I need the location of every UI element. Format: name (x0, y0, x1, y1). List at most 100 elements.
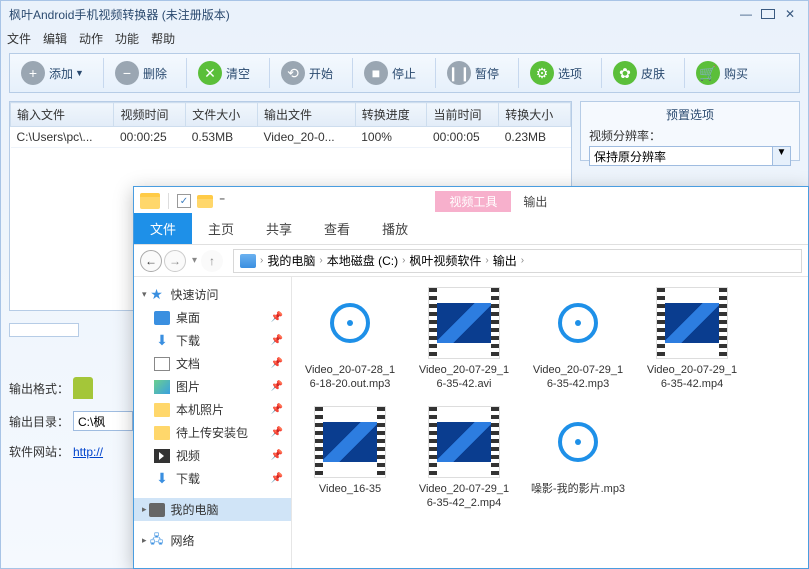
audio-icon (542, 406, 614, 478)
history-dropdown-icon[interactable]: ▾ (192, 255, 197, 266)
pin-icon: 📌 (271, 381, 283, 392)
doc-icon (154, 357, 170, 371)
file-item[interactable]: Video_20-07-29_16-35-42.mp3 (530, 287, 626, 392)
clear-button[interactable]: ✕清空 (191, 58, 257, 88)
audio-icon (542, 287, 614, 359)
explorer-window: ✓ ⁼ 视频工具 输出 文件主页共享查看播放 ← → ▾ ↑ › 我的电脑›本地… (133, 186, 809, 569)
site-link[interactable]: http:// (73, 445, 103, 459)
output-dir-input[interactable] (73, 411, 133, 431)
file-item[interactable]: 噪影-我的影片.mp3 (530, 406, 626, 511)
output-dir-label: 输出目录： (9, 413, 73, 430)
menu-file[interactable]: 文件 (7, 30, 31, 47)
column-header[interactable]: 转换进度 (355, 103, 427, 127)
sidebar-item[interactable]: 桌面📌 (134, 306, 291, 329)
breadcrumb-seg[interactable]: 我的电脑 (267, 252, 315, 269)
file-name: Video_20-07-29_16-35-42_2.mp4 (416, 482, 512, 511)
column-header[interactable]: 转换大小 (499, 103, 571, 127)
app-title: 枫叶Android手机视频转换器 (未注册版本) (9, 6, 734, 23)
qat-check-icon[interactable]: ✓ (177, 194, 191, 208)
breadcrumb[interactable]: › 我的电脑›本地磁盘 (C:)›枫叶视频软件›输出› (233, 249, 802, 273)
file-pane: Video_20-07-28_16-18-20.out.mp3 Video_20-… (292, 277, 808, 568)
column-header[interactable]: 视频时间 (114, 103, 186, 127)
buy-button[interactable]: 🛒购买 (689, 58, 755, 88)
ribbon-tab-2[interactable]: 共享 (250, 213, 308, 244)
folder-small-icon[interactable] (197, 195, 213, 208)
file-name: Video_20-07-29_16-35-42.mp4 (644, 363, 740, 392)
breadcrumb-seg[interactable]: 本地磁盘 (C:) (327, 252, 398, 269)
breadcrumb-seg[interactable]: 输出 (493, 252, 517, 269)
add-button-icon: + (21, 61, 45, 85)
ribbon-tab-1[interactable]: 主页 (192, 213, 250, 244)
ribbon-tab-4[interactable]: 播放 (366, 213, 424, 244)
folder-icon (154, 403, 170, 417)
file-item[interactable]: Video_20-07-28_16-18-20.out.mp3 (302, 287, 398, 392)
delete-button-icon: − (115, 61, 139, 85)
minimize-button[interactable]: — (736, 6, 756, 22)
pin-icon: 📌 (271, 427, 283, 438)
breadcrumb-seg[interactable]: 枫叶视频软件 (409, 252, 481, 269)
column-header[interactable]: 输入文件 (11, 103, 114, 127)
sidebar-item[interactable]: 图片📌 (134, 375, 291, 398)
file-item[interactable]: Video_20-07-29_16-35-42.avi (416, 287, 512, 392)
stop-button[interactable]: ■停止 (357, 58, 423, 88)
pause-button-icon: ❙❙ (447, 61, 471, 85)
file-name: Video_20-07-29_16-35-42.avi (416, 363, 512, 392)
resolution-dropdown-icon[interactable]: ▼ (773, 146, 791, 166)
video-icon (154, 449, 170, 463)
pause-button[interactable]: ❙❙暂停 (440, 58, 506, 88)
menu-edit[interactable]: 编辑 (43, 30, 67, 47)
sidebar-item[interactable]: ⬇下载📌 (134, 329, 291, 352)
video-thumb-icon (656, 287, 728, 359)
start-button[interactable]: ⟲开始 (274, 58, 340, 88)
sidebar-network[interactable]: ▸🖧网络 (134, 529, 291, 552)
download-icon: ⬇ (154, 472, 170, 486)
pin-icon: 📌 (271, 450, 283, 461)
pc-icon (149, 503, 165, 517)
maximize-button[interactable] (758, 6, 778, 22)
file-name: Video_20-07-29_16-35-42.mp3 (530, 363, 626, 392)
sidebar-item[interactable]: 文档📌 (134, 352, 291, 375)
back-button[interactable]: ← (140, 250, 162, 272)
options-button[interactable]: ⚙选项 (523, 58, 589, 88)
up-button[interactable]: ↑ (201, 250, 223, 272)
forward-button[interactable]: → (164, 250, 186, 272)
column-header[interactable]: 文件大小 (186, 103, 258, 127)
ribbon-tab-3[interactable]: 查看 (308, 213, 366, 244)
file-item[interactable]: Video_20-07-29_16-35-42_2.mp4 (416, 406, 512, 511)
audio-icon (314, 287, 386, 359)
menubar: 文件 编辑 动作 功能 帮助 (1, 27, 808, 49)
desktop-icon (154, 311, 170, 325)
sidebar-mypc[interactable]: ▸我的电脑 (134, 498, 291, 521)
add-button[interactable]: +添加▼ (14, 58, 91, 88)
explorer-qat: ✓ ⁼ 视频工具 输出 (134, 187, 808, 215)
sidebar-item[interactable]: ⬇下载📌 (134, 467, 291, 490)
sidebar-item[interactable]: 本机照片📌 (134, 398, 291, 421)
android-icon (73, 377, 93, 399)
ribbon-tab-0[interactable]: 文件 (134, 213, 192, 244)
sidebar-quick-access[interactable]: ▾★快速访问 (134, 283, 291, 306)
sidebar-item[interactable]: 待上传安装包📌 (134, 421, 291, 444)
pin-icon: 📌 (271, 312, 283, 323)
pin-icon: 📌 (271, 358, 283, 369)
menu-help[interactable]: 帮助 (151, 30, 175, 47)
close-button[interactable]: ✕ (780, 6, 800, 22)
file-name: 噪影-我的影片.mp3 (531, 482, 625, 496)
column-header[interactable]: 当前时间 (427, 103, 499, 127)
stop-button-icon: ■ (364, 61, 388, 85)
network-icon: 🖧 (149, 534, 165, 548)
sidebar-item[interactable]: 视频📌 (134, 444, 291, 467)
menu-action[interactable]: 动作 (79, 30, 103, 47)
resolution-select[interactable] (589, 146, 773, 166)
seek-bar[interactable] (9, 323, 79, 337)
start-button-icon: ⟲ (281, 61, 305, 85)
delete-button[interactable]: −删除 (108, 58, 174, 88)
file-item[interactable]: Video_16-35 (302, 406, 398, 511)
skin-button[interactable]: ✿皮肤 (606, 58, 672, 88)
preset-title: 预置选项 (589, 106, 791, 123)
video-thumb-icon (314, 406, 386, 478)
folder-icon[interactable] (140, 193, 160, 209)
table-row[interactable]: C:\Users\pc\...00:00:250.53MBVideo_20-0.… (11, 127, 571, 148)
column-header[interactable]: 输出文件 (257, 103, 355, 127)
file-item[interactable]: Video_20-07-29_16-35-42.mp4 (644, 287, 740, 392)
menu-function[interactable]: 功能 (115, 30, 139, 47)
